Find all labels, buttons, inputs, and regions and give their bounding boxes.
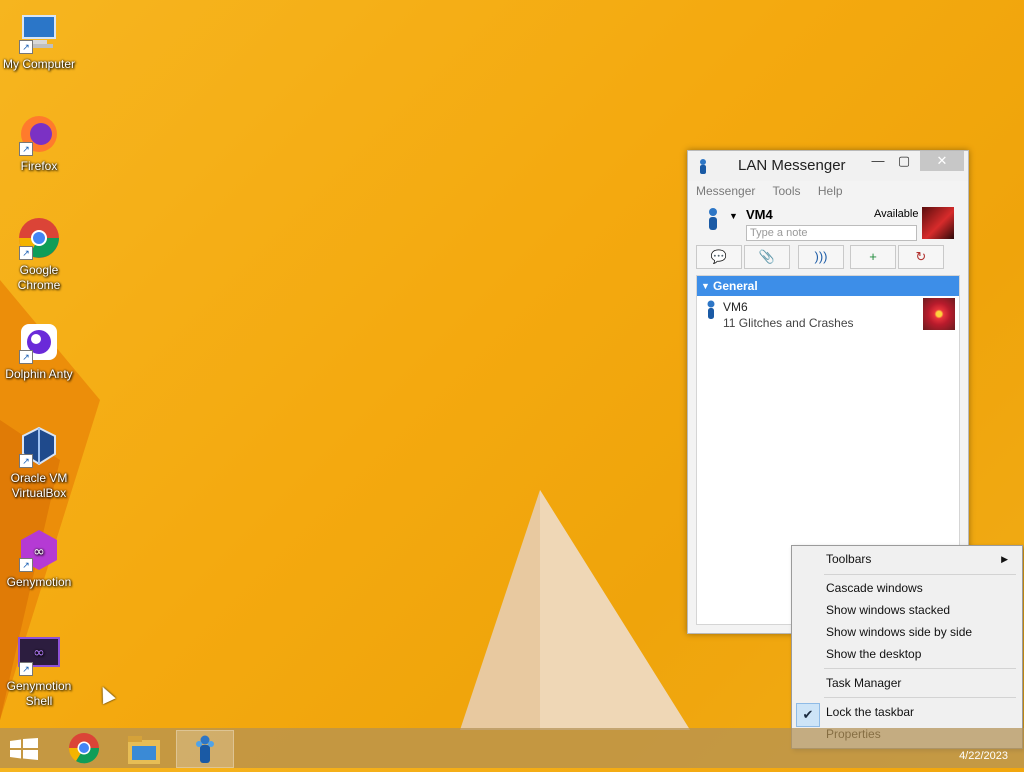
menu-help[interactable]: Help: [818, 184, 843, 198]
shortcut-arrow-icon: ↗: [19, 662, 33, 676]
menu-item-toolbars[interactable]: Toolbars ▶: [826, 548, 1016, 570]
system-tray: 4/22/2023: [824, 728, 1024, 768]
user-name: VM4: [746, 207, 773, 222]
chrome-icon: [68, 733, 100, 764]
menu-item-show-windows-stacked[interactable]: Show windows stacked: [826, 599, 1016, 621]
add-contact-button[interactable]: +: [850, 245, 896, 269]
window-title: LAN Messenger: [738, 157, 846, 174]
broadcast-button[interactable]: ))): [798, 245, 844, 269]
shortcut-arrow-icon: ↗: [19, 40, 33, 54]
window-titlebar[interactable]: LAN Messenger — ▢ ✕: [688, 151, 968, 181]
contact-status-icon: [705, 300, 717, 325]
computer-icon: ↗: [17, 10, 61, 54]
clock-date[interactable]: 4/22/2023: [959, 750, 1008, 762]
user-panel: ▼ VM4 Available Type a note: [688, 201, 968, 241]
svg-text:∞: ∞: [33, 544, 45, 560]
taskbar-context-menu: Toolbars ▶ Cascade windows Show windows …: [791, 545, 1023, 749]
file-explorer-icon: [128, 736, 160, 764]
shortcut-arrow-icon: ↗: [19, 142, 33, 156]
shortcut-arrow-icon: ↗: [19, 454, 33, 468]
file-transfer-button[interactable]: 📎: [744, 245, 790, 269]
desktop-icon-chrome[interactable]: ↗ Google Chrome: [0, 216, 78, 293]
refresh-button[interactable]: ↻: [898, 245, 944, 269]
status-dropdown-icon[interactable]: ▼: [729, 211, 738, 221]
lan-messenger-icon: [196, 735, 214, 763]
menu-item-task-manager[interactable]: Task Manager: [826, 672, 1016, 694]
contact-note: 11 Glitches and Crashes: [723, 316, 854, 330]
menu-messenger[interactable]: Messenger: [696, 184, 755, 198]
chat-button[interactable]: 💬: [696, 245, 742, 269]
maximize-button[interactable]: ▢: [892, 151, 916, 171]
note-input[interactable]: Type a note: [746, 225, 917, 241]
genymotion-shell-icon: ∞ ↗: [17, 632, 61, 676]
taskbar-lan-messenger[interactable]: [176, 730, 234, 768]
submenu-arrow-icon: ▶: [1001, 554, 1008, 564]
close-button[interactable]: ✕: [920, 151, 964, 171]
menu-separator: [824, 574, 1016, 575]
taskbar: 4/22/2023: [0, 728, 1024, 768]
contact-item[interactable]: VM6 11 Glitches and Crashes: [697, 296, 959, 334]
taskbar-file-explorer[interactable]: [116, 730, 172, 766]
desktop-icon-virtualbox[interactable]: ↗ Oracle VM VirtualBox: [0, 424, 78, 501]
group-header-general[interactable]: ▼ General: [697, 276, 959, 296]
shortcut-arrow-icon: ↗: [19, 558, 33, 572]
desktop-icon-genymotion[interactable]: ∞ ↗ Genymotion: [0, 528, 78, 590]
user-avatar[interactable]: [922, 207, 954, 239]
dolphin-anty-icon: ↗: [17, 320, 61, 364]
virtualbox-icon: ↗: [17, 424, 61, 468]
menu-tools[interactable]: Tools: [773, 184, 801, 198]
menu-separator: [824, 668, 1016, 669]
contact-avatar: [923, 298, 955, 330]
wallpaper-peak-light: [540, 490, 690, 730]
desktop-icon-dolphin-anty[interactable]: ↗ Dolphin Anty: [0, 320, 78, 382]
menu-item-show-desktop[interactable]: Show the desktop: [826, 643, 1016, 665]
menu-item-cascade-windows[interactable]: Cascade windows: [826, 577, 1016, 599]
desktop-icon-my-computer[interactable]: ↗ My Computer: [0, 10, 78, 72]
expand-icon: ▼: [701, 281, 710, 291]
user-status-icon[interactable]: [706, 207, 720, 236]
taskbar-chrome[interactable]: [56, 730, 112, 766]
shortcut-arrow-icon: ↗: [19, 350, 33, 364]
contact-name: VM6: [723, 300, 748, 314]
shortcut-arrow-icon: ↗: [19, 246, 33, 260]
desktop-icon-firefox[interactable]: ↗ Firefox: [0, 112, 78, 174]
genymotion-icon: ∞ ↗: [17, 528, 61, 572]
toolbar: 💬 📎 ))) + ↻: [688, 241, 968, 269]
menu-separator: [824, 697, 1016, 698]
user-status[interactable]: Available: [874, 208, 918, 220]
menubar: Messenger Tools Help: [688, 181, 968, 201]
menu-item-lock-taskbar[interactable]: Lock the taskbar: [826, 701, 1016, 723]
desktop-icon-genymotion-shell[interactable]: ∞ ↗ Genymotion Shell: [0, 632, 78, 709]
check-icon: ✔: [796, 703, 820, 727]
menu-item-show-windows-side-by-side[interactable]: Show windows side by side: [826, 621, 1016, 643]
minimize-button[interactable]: —: [866, 151, 890, 171]
lan-messenger-icon: [696, 158, 710, 174]
svg-text:∞: ∞: [33, 645, 45, 661]
firefox-icon: ↗: [17, 112, 61, 156]
start-icon: [10, 738, 38, 760]
chrome-icon: ↗: [17, 216, 61, 260]
start-button[interactable]: [0, 730, 56, 766]
